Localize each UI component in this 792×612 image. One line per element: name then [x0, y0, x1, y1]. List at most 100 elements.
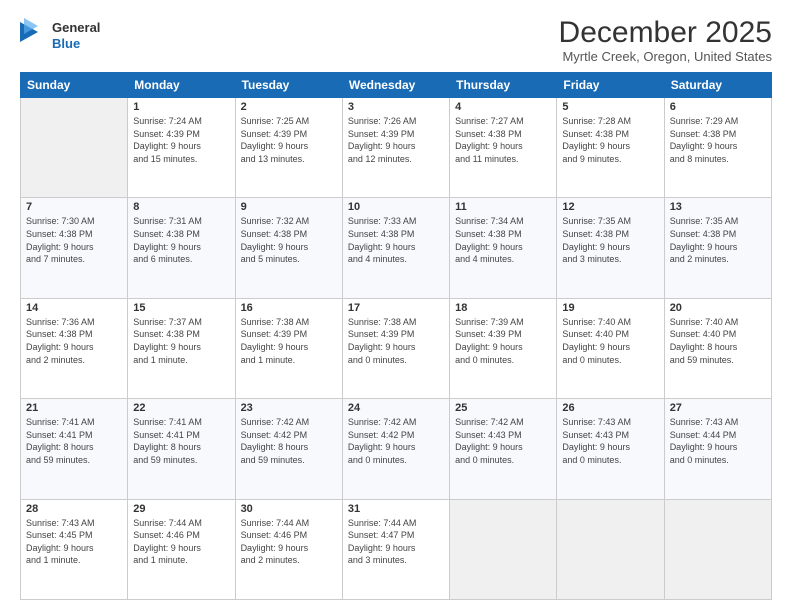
- weekday-header-monday: Monday: [128, 73, 235, 98]
- calendar-cell: 2 Sunrise: 7:25 AMSunset: 4:39 PMDaylight…: [235, 98, 342, 198]
- calendar-cell: 15 Sunrise: 7:37 AMSunset: 4:38 PMDayligh…: [128, 298, 235, 398]
- day-info: Sunrise: 7:35 AMSunset: 4:38 PMDaylight:…: [562, 215, 658, 265]
- calendar-cell: 7 Sunrise: 7:30 AMSunset: 4:38 PMDaylight…: [21, 198, 128, 298]
- day-number: 12: [562, 201, 658, 213]
- day-number: 27: [670, 402, 766, 414]
- day-info: Sunrise: 7:32 AMSunset: 4:38 PMDaylight:…: [241, 215, 337, 265]
- calendar-cell: [557, 499, 664, 599]
- calendar-cell: [450, 499, 557, 599]
- title-block: December 2025 Myrtle Creek, Oregon, Unit…: [559, 16, 772, 64]
- weekday-header-thursday: Thursday: [450, 73, 557, 98]
- day-info: Sunrise: 7:42 AMSunset: 4:42 PMDaylight:…: [241, 416, 337, 466]
- day-number: 7: [26, 201, 122, 213]
- day-info: Sunrise: 7:44 AMSunset: 4:46 PMDaylight:…: [133, 517, 229, 567]
- calendar-cell: 18Sunrise: 7:39 AMSunset: 4:39 PMDayligh…: [450, 298, 557, 398]
- calendar-cell: 13 Sunrise: 7:35 AMSunset: 4:38 PMDayligh…: [664, 198, 771, 298]
- calendar-cell: 12 Sunrise: 7:35 AMSunset: 4:38 PMDayligh…: [557, 198, 664, 298]
- calendar-cell: 11 Sunrise: 7:34 AMSunset: 4:38 PMDayligh…: [450, 198, 557, 298]
- calendar-cell: 24 Sunrise: 7:42 AMSunset: 4:42 PMDayligh…: [342, 399, 449, 499]
- weekday-header-saturday: Saturday: [664, 73, 771, 98]
- day-info: Sunrise: 7:39 AMSunset: 4:39 PMDaylight:…: [455, 316, 551, 366]
- calendar-cell: 21 Sunrise: 7:41 AMSunset: 4:41 PMDayligh…: [21, 399, 128, 499]
- day-info: Sunrise: 7:25 AMSunset: 4:39 PMDaylight:…: [241, 115, 337, 165]
- day-info: Sunrise: 7:38 AMSunset: 4:39 PMDaylight:…: [348, 316, 444, 366]
- day-number: 11: [455, 201, 551, 213]
- day-number: 26: [562, 402, 658, 414]
- calendar-cell: 9Sunrise: 7:32 AMSunset: 4:38 PMDaylight…: [235, 198, 342, 298]
- day-number: 21: [26, 402, 122, 414]
- day-info: Sunrise: 7:29 AMSunset: 4:38 PMDaylight:…: [670, 115, 766, 165]
- page-title: December 2025: [559, 16, 772, 49]
- calendar-cell: 1Sunrise: 7:24 AMSunset: 4:39 PMDaylight…: [128, 98, 235, 198]
- day-info: Sunrise: 7:27 AMSunset: 4:38 PMDaylight:…: [455, 115, 551, 165]
- day-info: Sunrise: 7:24 AMSunset: 4:39 PMDaylight:…: [133, 115, 229, 165]
- day-info: Sunrise: 7:26 AMSunset: 4:39 PMDaylight:…: [348, 115, 444, 165]
- day-info: Sunrise: 7:34 AMSunset: 4:38 PMDaylight:…: [455, 215, 551, 265]
- day-number: 29: [133, 503, 229, 515]
- day-number: 8: [133, 201, 229, 213]
- calendar-cell: 16 Sunrise: 7:38 AMSunset: 4:39 PMDayligh…: [235, 298, 342, 398]
- day-info: Sunrise: 7:38 AMSunset: 4:39 PMDaylight:…: [241, 316, 337, 366]
- calendar-cell: 5 Sunrise: 7:28 AMSunset: 4:38 PMDaylight…: [557, 98, 664, 198]
- day-info: Sunrise: 7:40 AMSunset: 4:40 PMDaylight:…: [562, 316, 658, 366]
- calendar-cell: 23 Sunrise: 7:42 AMSunset: 4:42 PMDayligh…: [235, 399, 342, 499]
- day-number: 20: [670, 302, 766, 314]
- day-info: Sunrise: 7:43 AMSunset: 4:45 PMDaylight:…: [26, 517, 122, 567]
- day-info: Sunrise: 7:35 AMSunset: 4:38 PMDaylight:…: [670, 215, 766, 265]
- calendar-cell: 19 Sunrise: 7:40 AMSunset: 4:40 PMDayligh…: [557, 298, 664, 398]
- calendar-cell: 3 Sunrise: 7:26 AMSunset: 4:39 PMDaylight…: [342, 98, 449, 198]
- day-number: 22: [133, 402, 229, 414]
- day-info: Sunrise: 7:36 AMSunset: 4:38 PMDaylight:…: [26, 316, 122, 366]
- calendar-cell: 25Sunrise: 7:42 AMSunset: 4:43 PMDayligh…: [450, 399, 557, 499]
- day-info: Sunrise: 7:42 AMSunset: 4:42 PMDaylight:…: [348, 416, 444, 466]
- calendar-cell: 22 Sunrise: 7:41 AMSunset: 4:41 PMDayligh…: [128, 399, 235, 499]
- calendar-cell: 29 Sunrise: 7:44 AMSunset: 4:46 PMDayligh…: [128, 499, 235, 599]
- page-subtitle: Myrtle Creek, Oregon, United States: [559, 49, 772, 64]
- weekday-header-wednesday: Wednesday: [342, 73, 449, 98]
- day-number: 2: [241, 101, 337, 113]
- calendar-cell: [21, 98, 128, 198]
- day-number: 19: [562, 302, 658, 314]
- day-number: 13: [670, 201, 766, 213]
- day-info: Sunrise: 7:37 AMSunset: 4:38 PMDaylight:…: [133, 316, 229, 366]
- day-info: Sunrise: 7:40 AMSunset: 4:40 PMDaylight:…: [670, 316, 766, 366]
- calendar-cell: 30 Sunrise: 7:44 AMSunset: 4:46 PMDayligh…: [235, 499, 342, 599]
- calendar-cell: 26 Sunrise: 7:43 AMSunset: 4:43 PMDayligh…: [557, 399, 664, 499]
- day-number: 3: [348, 101, 444, 113]
- day-number: 30: [241, 503, 337, 515]
- logo-line1: General: [52, 20, 100, 35]
- calendar-cell: 4 Sunrise: 7:27 AMSunset: 4:38 PMDaylight…: [450, 98, 557, 198]
- calendar-table: SundayMondayTuesdayWednesdayThursdayFrid…: [20, 72, 772, 600]
- day-number: 17: [348, 302, 444, 314]
- weekday-header-sunday: Sunday: [21, 73, 128, 98]
- day-info: Sunrise: 7:44 AMSunset: 4:46 PMDaylight:…: [241, 517, 337, 567]
- calendar-cell: 17 Sunrise: 7:38 AMSunset: 4:39 PMDayligh…: [342, 298, 449, 398]
- day-info: Sunrise: 7:44 AMSunset: 4:47 PMDaylight:…: [348, 517, 444, 567]
- day-number: 23: [241, 402, 337, 414]
- calendar-cell: 28Sunrise: 7:43 AMSunset: 4:45 PMDayligh…: [21, 499, 128, 599]
- day-info: Sunrise: 7:31 AMSunset: 4:38 PMDaylight:…: [133, 215, 229, 265]
- day-number: 16: [241, 302, 337, 314]
- day-info: Sunrise: 7:28 AMSunset: 4:38 PMDaylight:…: [562, 115, 658, 165]
- header: General Blue General Blue December 2025 …: [20, 16, 772, 64]
- day-info: Sunrise: 7:42 AMSunset: 4:43 PMDaylight:…: [455, 416, 551, 466]
- page: General Blue General Blue December 2025 …: [0, 0, 792, 612]
- calendar-cell: 31Sunrise: 7:44 AMSunset: 4:47 PMDayligh…: [342, 499, 449, 599]
- day-info: Sunrise: 7:41 AMSunset: 4:41 PMDaylight:…: [26, 416, 122, 466]
- day-number: 24: [348, 402, 444, 414]
- day-number: 5: [562, 101, 658, 113]
- day-info: Sunrise: 7:33 AMSunset: 4:38 PMDaylight:…: [348, 215, 444, 265]
- calendar-cell: 10Sunrise: 7:33 AMSunset: 4:38 PMDayligh…: [342, 198, 449, 298]
- day-number: 15: [133, 302, 229, 314]
- day-info: Sunrise: 7:30 AMSunset: 4:38 PMDaylight:…: [26, 215, 122, 265]
- weekday-header-friday: Friday: [557, 73, 664, 98]
- calendar-cell: [664, 499, 771, 599]
- day-info: Sunrise: 7:41 AMSunset: 4:41 PMDaylight:…: [133, 416, 229, 466]
- logo-line2: Blue: [52, 36, 80, 51]
- calendar-cell: 6Sunrise: 7:29 AMSunset: 4:38 PMDaylight…: [664, 98, 771, 198]
- weekday-header-tuesday: Tuesday: [235, 73, 342, 98]
- calendar-cell: 27Sunrise: 7:43 AMSunset: 4:44 PMDayligh…: [664, 399, 771, 499]
- calendar-cell: 14Sunrise: 7:36 AMSunset: 4:38 PMDayligh…: [21, 298, 128, 398]
- day-info: Sunrise: 7:43 AMSunset: 4:43 PMDaylight:…: [562, 416, 658, 466]
- day-number: 4: [455, 101, 551, 113]
